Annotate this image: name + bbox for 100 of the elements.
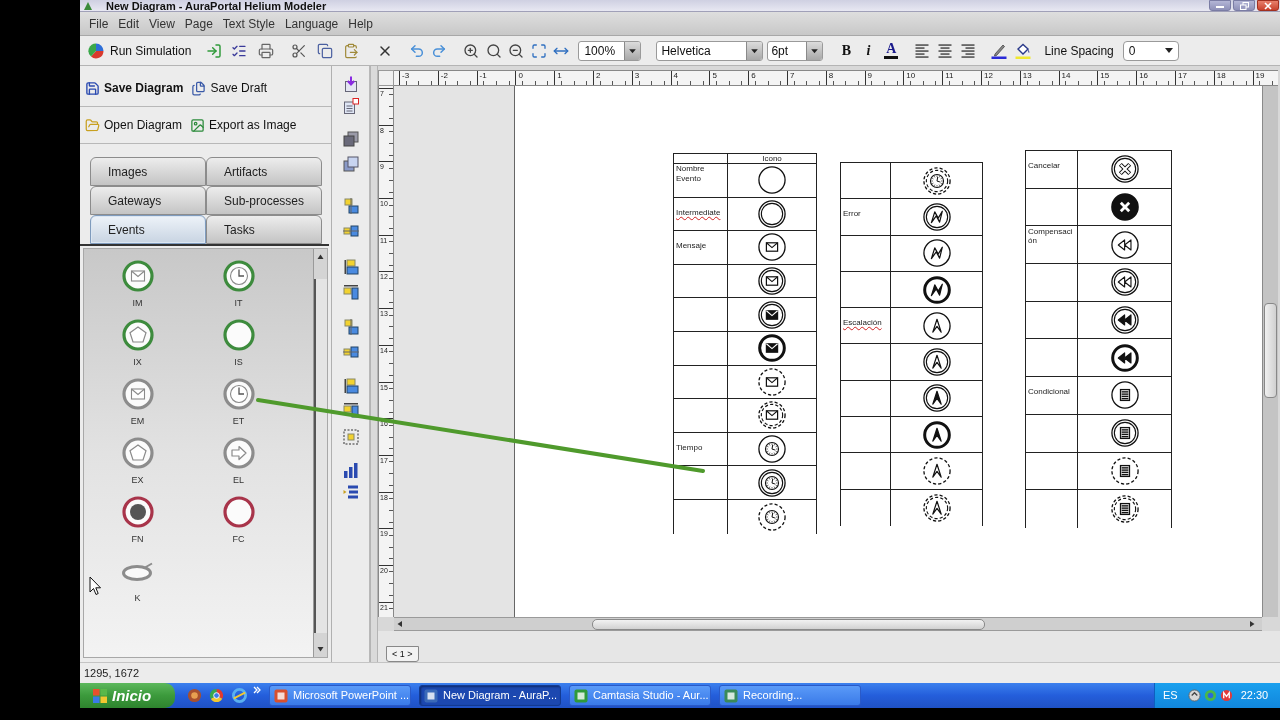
panel-action-button[interactable]: Save Draft [191,78,268,98]
bold-button[interactable]: B [838,41,855,60]
layout-blocks-icon[interactable] [342,344,359,360]
magnifier-icon[interactable] [486,42,503,59]
table-cell: Tiempo [676,442,703,452]
circle-icon[interactable] [222,496,255,528]
redo-icon[interactable] [431,42,448,59]
layout-blocks-icon[interactable] [342,259,359,275]
pentagon-circle-icon[interactable] [121,319,154,351]
stacked-squares-icon[interactable] [342,131,359,147]
chevron-icon[interactable] [253,686,261,694]
copy-icon[interactable] [317,42,334,59]
caret-icon [806,41,823,60]
line-spacing-dropdown[interactable]: 0 [1122,40,1179,61]
clipboard-icon[interactable] [343,42,360,59]
list-indent-icon[interactable] [342,484,359,500]
panel-tab[interactable]: Sub-processes [206,186,322,215]
panel-tab[interactable]: Gateways [90,186,206,215]
tray-icon[interactable] [1219,689,1233,702]
layout-blocks-icon[interactable] [342,402,359,418]
menu-item[interactable]: View [144,16,180,31]
app-icon [274,688,288,703]
cut-icon[interactable] [291,42,308,59]
scrollbar[interactable] [1262,86,1278,617]
app-icon[interactable] [187,688,202,703]
circle-icon[interactable] [222,319,255,351]
scroll-thumb[interactable] [314,279,327,633]
ruler-label: 14 [1061,71,1071,80]
ruler-label: 4 [673,71,679,80]
start-button[interactable]: Inicio [80,683,175,708]
menu-item[interactable]: File [84,16,114,31]
panel-action-button[interactable]: Save Diagram [85,78,184,98]
align-center-icon[interactable] [937,42,954,59]
font-color-button[interactable]: A [883,40,900,61]
envelope-circle-icon[interactable] [121,378,154,410]
run-simulation-button[interactable]: Run Simulation [86,39,194,62]
clock-circle-icon[interactable] [222,378,255,410]
app-icon[interactable] [209,688,224,703]
column-header: Nombre [676,164,705,173]
taskbar-button[interactable]: New Diagram - AuraP... [419,685,561,706]
app-icon[interactable] [232,688,247,703]
scrollbar[interactable] [394,617,1262,631]
dot-circle-icon[interactable] [121,496,154,528]
panel-tab[interactable]: Events [90,215,206,244]
menu-item[interactable]: Text Style [217,16,280,31]
scroll-thumb[interactable] [1264,303,1277,398]
paint-bucket-icon[interactable] [1015,42,1032,59]
palette-label: EM [130,416,145,427]
tray-icon[interactable] [1187,689,1201,702]
enter-arrow-icon[interactable] [206,42,223,59]
zoom-out-icon[interactable] [508,42,525,59]
undo-icon[interactable] [409,42,426,59]
panel-tab[interactable]: Tasks [206,215,322,244]
document-icon[interactable] [342,98,359,114]
menu-item[interactable]: Help [343,16,378,31]
scroll-thumb[interactable] [592,618,985,630]
table-cell-text: Compensación [1028,227,1074,246]
pentagon-circle-icon[interactable] [121,437,154,469]
ruler-label: 1 [557,71,562,80]
layout-blocks-icon[interactable] [342,223,359,239]
picture-icon [190,117,206,133]
panel-tab[interactable]: Images [90,157,206,186]
zoom-in-icon[interactable] [463,42,480,59]
arrow-circle-icon[interactable] [222,437,255,469]
close-icon [1264,1,1272,10]
ruler-label: -1 [479,71,487,80]
stacked-squares-icon[interactable] [342,156,359,172]
panel-action-button[interactable]: Open Diagram [85,115,183,135]
menu-item[interactable]: Edit [113,16,145,31]
clock-circle-icon[interactable] [222,260,255,292]
palette-label: IX [133,357,142,368]
align-right-icon[interactable] [960,42,977,59]
print-icon[interactable] [258,42,275,59]
scrollbar[interactable] [313,249,327,657]
layout-blocks-icon[interactable] [342,198,359,214]
align-left-icon[interactable] [914,42,931,59]
menu-item[interactable]: Language [279,16,344,31]
panel-action-button[interactable]: Export as Image [190,115,297,135]
restore-button[interactable] [1233,0,1255,11]
corner-brackets-icon[interactable] [531,42,548,59]
pen-icon[interactable] [991,42,1008,59]
box-arrow-icon[interactable] [342,76,359,92]
page-tab[interactable]: < 1 > [386,646,419,662]
ruler-label: 15 [1100,71,1110,80]
italic-button[interactable]: i [860,41,877,60]
layout-blocks-icon[interactable] [342,319,359,335]
minimize-button[interactable] [1209,0,1231,11]
dashed-square-icon[interactable] [342,429,359,445]
font-size-dropdown[interactable]: 6pt [767,40,824,61]
font-dropdown[interactable]: Helvetica [656,40,764,61]
ruler-label: -3 [402,71,410,80]
bar-chart-icon[interactable] [342,462,359,478]
ruler-label: 13 [1022,71,1032,80]
menu-item[interactable]: Page [179,16,218,31]
zoom-dropdown[interactable]: 100% [578,40,642,61]
layout-blocks-icon[interactable] [342,378,359,394]
panel-tab[interactable]: Artifacts [206,157,322,186]
layout-blocks-icon[interactable] [342,284,359,300]
envelope-circle-icon[interactable] [121,260,154,292]
close-button[interactable] [1257,0,1279,11]
